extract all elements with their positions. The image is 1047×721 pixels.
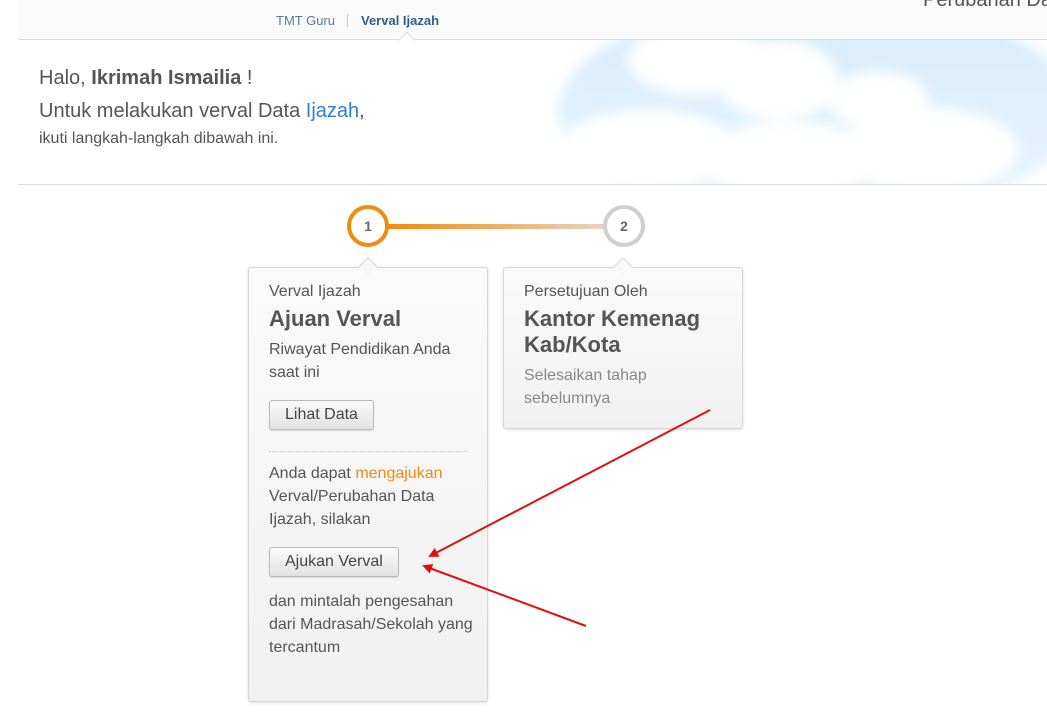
step-2-indicator: 2: [603, 205, 645, 247]
cloud-background-image: [528, 40, 1047, 184]
tab-bar: TMT Guru Verval Ijazah: [276, 13, 440, 49]
step-1-note-highlight: mengajukan: [355, 465, 443, 482]
view-data-button[interactable]: Lihat Data: [269, 400, 374, 430]
tab-tmt-guru[interactable]: TMT Guru: [276, 13, 335, 28]
step-2-card: Persetujuan Oleh Kantor Kemenag Kab/Kota…: [503, 257, 743, 429]
tab-verval-ijazah-label: Verval Ijazah: [361, 13, 440, 28]
step-1-footer: dan mintalah pengesahan dari Madrasah/Se…: [269, 593, 473, 656]
greeting-instruction-suffix: ,: [359, 100, 365, 122]
greeting-instruction: Untuk melakukan verval Data Ijazah,: [39, 100, 365, 123]
greeting-instruction-highlight: Ijazah: [305, 100, 360, 122]
greeting-hello: Halo, Ikrimah Ismailia !: [39, 67, 252, 90]
top-right-heading: Perubahan Da: [923, 0, 1047, 11]
step-2-subtitle: Persetujuan Oleh: [524, 283, 648, 300]
step-1-subtitle: Verval Ijazah: [269, 283, 361, 300]
top-nav-bar: TMT Guru Verval Ijazah Perubahan Da: [18, 0, 1047, 49]
card-pointer: [358, 257, 378, 277]
step-1-title: Ajuan Verval: [269, 306, 402, 331]
stepper-connector: [387, 224, 607, 229]
step-1-note: Anda dapat mengajukan Verval/Perubahan D…: [269, 462, 474, 531]
step-2-description: Selesaikan tahap sebelumnya: [524, 367, 647, 407]
user-name: Ikrimah Ismailia: [91, 67, 242, 89]
step-1-indicator: 1: [347, 205, 389, 247]
step-1-note-prefix: Anda dapat: [269, 465, 351, 482]
submit-verval-button[interactable]: Ajukan Verval: [269, 547, 399, 577]
progress-stepper: 1 2: [347, 205, 645, 247]
step-1-description: Riwayat Pendidikan Anda saat ini: [269, 341, 451, 381]
greeting-exclaim: !: [246, 67, 253, 89]
greeting-subtext: ikuti langkah-langkah dibawah ini.: [39, 130, 279, 147]
greeting-instruction-prefix: Untuk melakukan verval Data: [39, 100, 301, 122]
step-1-card: Verval Ijazah Ajuan Verval Riwayat Pendi…: [248, 257, 488, 702]
tab-divider: [347, 14, 348, 27]
tab-verval-ijazah[interactable]: Verval Ijazah: [361, 13, 440, 49]
step-1-note-suffix: Verval/Perubahan Data Ijazah, silakan: [269, 488, 435, 528]
card-pointer: [613, 257, 633, 277]
step-2-title: Kantor Kemenag Kab/Kota: [524, 306, 701, 357]
greeting-hello-word: Halo,: [39, 67, 86, 89]
greeting-banner: Halo, Ikrimah Ismailia ! Untuk melakukan…: [18, 40, 1047, 185]
card-divider: [269, 451, 467, 452]
